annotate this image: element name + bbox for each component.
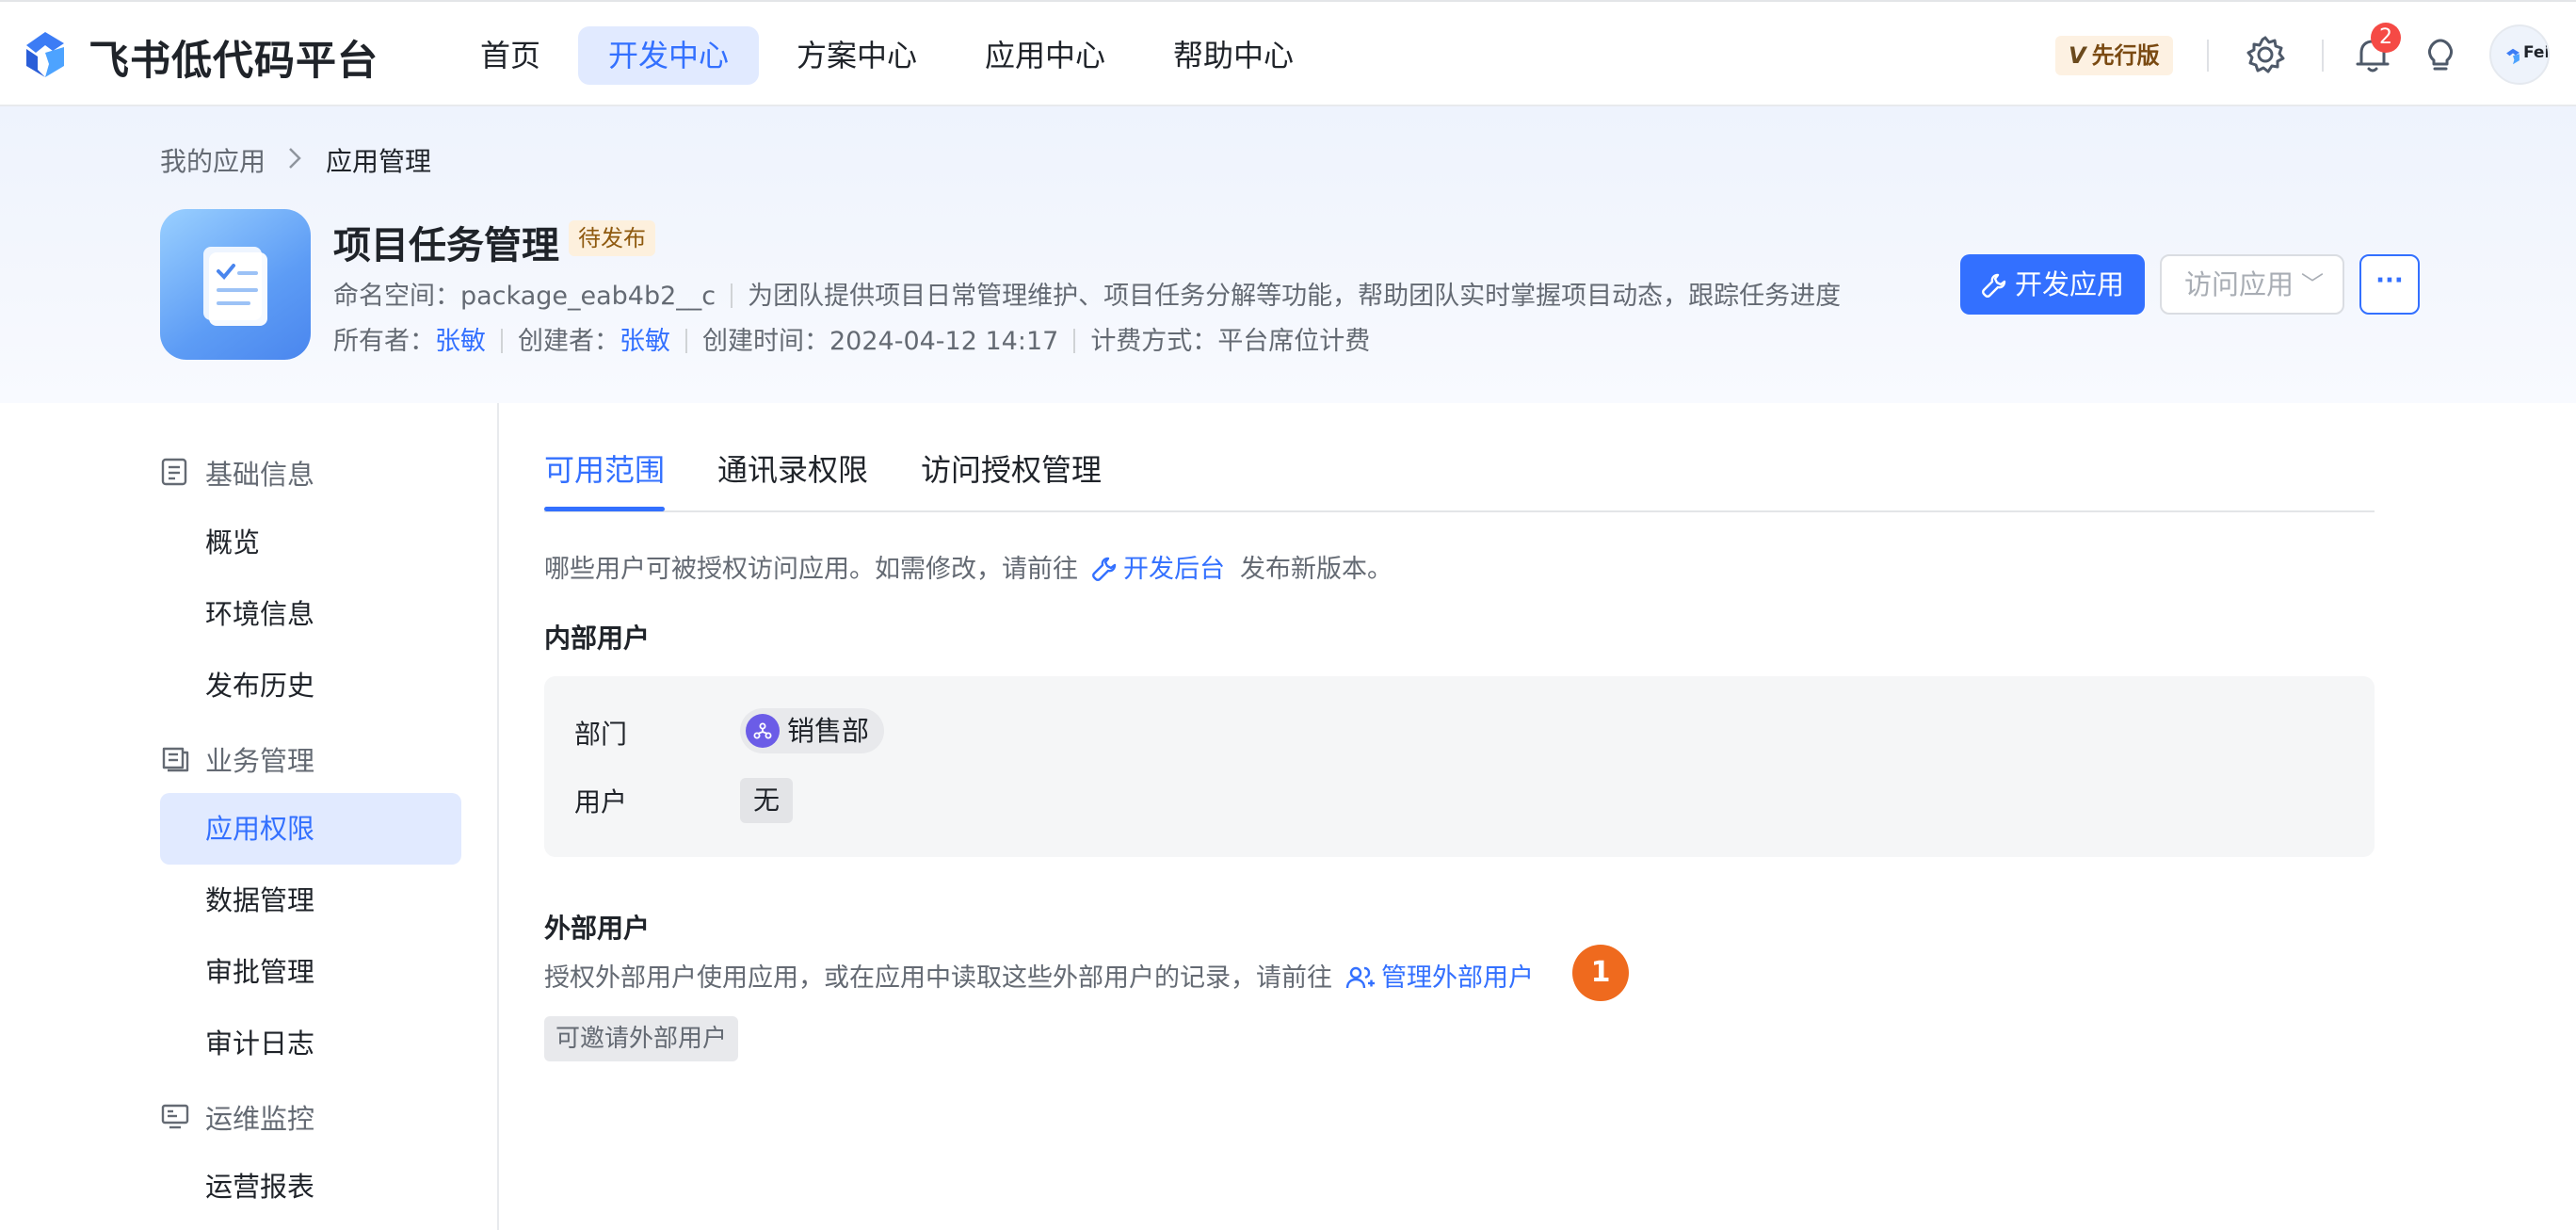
app-description: 为团队提供项目日常管理维护、项目任务分解等功能，帮助团队实时掌握项目动态，跟踪任… xyxy=(748,282,1842,311)
version-badge[interactable]: V 先行版 xyxy=(2055,36,2173,75)
status-badge: 待发布 xyxy=(569,220,655,256)
document-icon xyxy=(161,458,187,486)
creator-link[interactable]: 张敏 xyxy=(620,327,670,356)
wrench-icon xyxy=(1982,273,2006,298)
namespace-label: 命名空间： xyxy=(333,282,460,311)
department-label: 部门 xyxy=(574,719,628,750)
nav-dev-center[interactable]: 开发中心 xyxy=(578,26,760,85)
sidebar-item-approval-management[interactable]: 审批管理 xyxy=(160,936,461,1008)
chevron-down-icon: ﹀ xyxy=(2301,271,2324,298)
sidebar-item-ops-report[interactable]: 运营报表 xyxy=(160,1151,461,1222)
internal-users-panel xyxy=(544,676,2375,857)
nav-home[interactable]: 首页 xyxy=(450,26,571,85)
develop-app-button[interactable]: 开发应用 xyxy=(1960,254,2145,315)
department-chip: 销售部 xyxy=(740,708,885,753)
org-structure-icon xyxy=(746,714,780,748)
created-time: 2024-04-12 14:17 xyxy=(829,327,1059,356)
scope-intro-text: 哪些用户可被授权访问应用。如需修改，请前往 xyxy=(544,555,1078,584)
sidebar-item-environment[interactable]: 环境信息 xyxy=(160,578,461,650)
external-users-title: 外部用户 xyxy=(544,913,651,944)
ledger-icon xyxy=(162,747,189,772)
brand-name[interactable]: 飞书低代码平台 xyxy=(89,28,378,87)
scope-intro-suffix: 发布新版本。 xyxy=(1240,555,1393,584)
nav-solution-center[interactable]: 方案中心 xyxy=(766,26,947,85)
sidebar-item-audit-log[interactable]: 审计日志 xyxy=(160,1008,461,1079)
chevron-right-icon xyxy=(289,148,301,169)
visit-app-label: 访问应用 xyxy=(2184,268,2294,300)
invite-external-users-tag: 可邀请外部用户 xyxy=(544,1016,739,1061)
user-label: 用户 xyxy=(574,786,628,817)
sidebar-group-label: 运维监控 xyxy=(205,1103,315,1135)
manage-external-users-link[interactable]: 管理外部用户 xyxy=(1381,963,1534,993)
nav-app-center[interactable]: 应用中心 xyxy=(955,26,1135,85)
billing-label: 计费方式： xyxy=(1090,327,1218,356)
version-letter: V xyxy=(2069,42,2086,69)
billing-value: 平台席位计费 xyxy=(1217,327,1371,356)
tab-available-scope[interactable]: 可用范围 xyxy=(544,446,665,490)
develop-app-label: 开发应用 xyxy=(2014,268,2124,300)
scope-intro: 哪些用户可被授权访问应用。如需修改，请前往 开发后台 发布新版本。 xyxy=(544,548,1393,585)
feishu-logo-icon xyxy=(2506,48,2520,65)
users-icon xyxy=(1345,966,1375,989)
divider xyxy=(2207,40,2209,72)
app-icon xyxy=(160,209,311,360)
tab-access-authorization[interactable]: 访问授权管理 xyxy=(921,446,1102,490)
external-users-desc: 授权外部用户使用应用，或在应用中读取这些外部用户的记录，请前往 管理外部用户 xyxy=(544,957,1534,994)
tab-contacts-permission[interactable]: 通讯录权限 xyxy=(717,446,868,490)
sidebar-item-release-history[interactable]: 发布历史 xyxy=(160,650,461,721)
sidebar-item-app-permissions[interactable]: 应用权限 xyxy=(160,793,461,865)
sidebar-group-label: 业务管理 xyxy=(205,745,315,777)
external-users-desc-text: 授权外部用户使用应用，或在应用中读取这些外部用户的记录，请前往 xyxy=(544,963,1332,993)
divider xyxy=(501,329,503,353)
visit-app-button[interactable]: 访问应用 ﹀ xyxy=(2160,254,2344,315)
gear-icon[interactable] xyxy=(2245,34,2286,75)
version-label: 先行版 xyxy=(2091,42,2160,69)
nav-help-center[interactable]: 帮助中心 xyxy=(1143,26,1324,85)
app-meta-row-2: 所有者：张敏 创建者：张敏 创建时间：2024-04-12 14:17 计费方式：平台… xyxy=(333,320,1370,357)
notification-count-badge: 2 xyxy=(2371,23,2401,53)
owner-link[interactable]: 张敏 xyxy=(435,327,486,356)
monitor-icon xyxy=(161,1104,189,1129)
tab-bar-divider xyxy=(544,510,2375,512)
owner-label: 所有者： xyxy=(333,327,435,356)
divider xyxy=(685,329,687,353)
top-nav-bar: 飞书低代码平台 首页 开发中心 方案中心 应用中心 帮助中心 V 先行版 2 Fe… xyxy=(0,0,2576,106)
divider xyxy=(731,283,733,308)
task-document-icon xyxy=(203,247,267,326)
created-label: 创建时间： xyxy=(702,327,829,356)
app-title: 项目任务管理 xyxy=(333,224,559,267)
step-marker: 1 xyxy=(1572,945,1629,1001)
creator-label: 创建者： xyxy=(518,327,620,356)
namespace-value: package_eab4b2__c xyxy=(460,282,716,311)
sidebar-group-label: 基础信息 xyxy=(205,459,315,491)
breadcrumb-my-apps[interactable]: 我的应用 xyxy=(160,141,266,179)
sidebar-item-overview[interactable]: 概览 xyxy=(160,507,461,578)
user-avatar[interactable]: Fei xyxy=(2489,24,2550,85)
active-tab-indicator xyxy=(544,507,665,511)
avatar-text: Fei xyxy=(2523,43,2550,62)
dev-console-link[interactable]: 开发后台 xyxy=(1123,555,1225,584)
user-value-chip: 无 xyxy=(740,778,794,823)
app-meta-row-1: 命名空间：package_eab4b2__c 为团队提供项目日常管理维护、项目任务… xyxy=(333,275,1841,312)
divider xyxy=(2322,40,2324,72)
internal-users-title: 内部用户 xyxy=(544,623,651,654)
divider xyxy=(1073,329,1076,353)
more-actions-button[interactable]: ··· xyxy=(2359,254,2420,315)
department-name: 销售部 xyxy=(787,715,870,747)
lightbulb-icon[interactable] xyxy=(2420,34,2461,75)
sidebar-item-data-management[interactable]: 数据管理 xyxy=(160,865,461,936)
breadcrumb-current: 应用管理 xyxy=(326,146,432,177)
feishu-logo-icon xyxy=(26,32,64,77)
wrench-icon xyxy=(1092,557,1117,581)
